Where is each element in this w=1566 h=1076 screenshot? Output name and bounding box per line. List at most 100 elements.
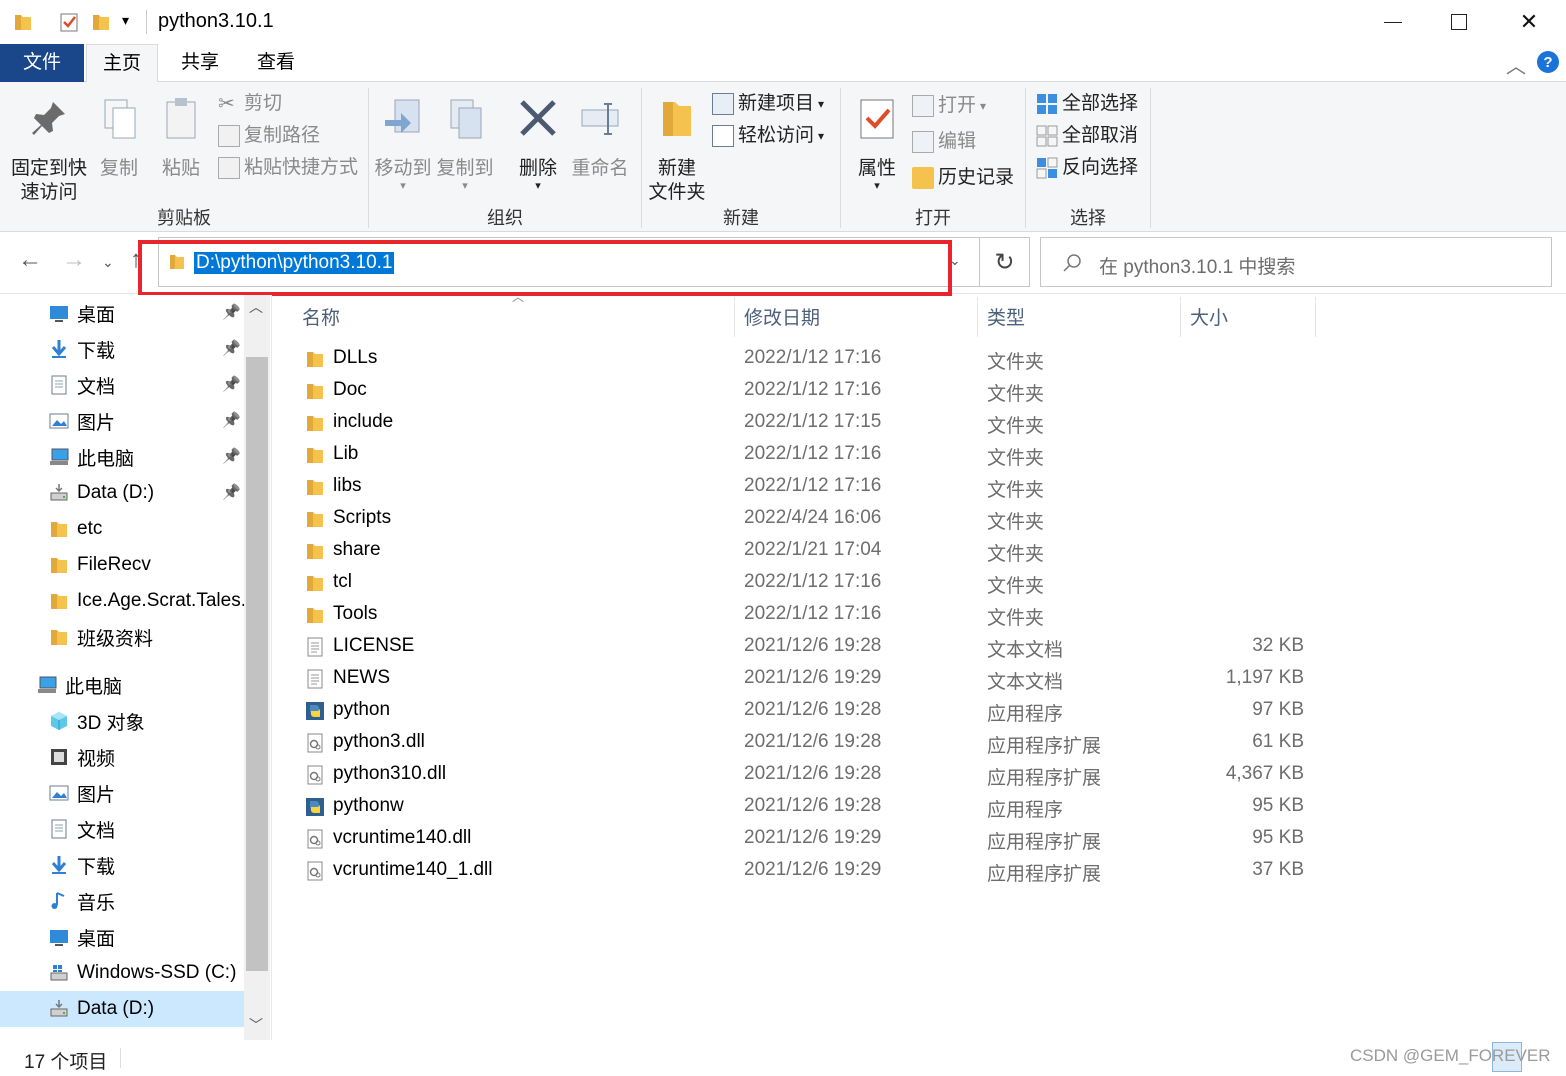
file-type: 应用程序扩展 <box>987 832 1102 853</box>
paste-shortcut-button[interactable]: 粘贴快捷方式 <box>218 154 358 182</box>
nav-item-label: 3D 对象 <box>77 712 145 734</box>
nav-item[interactable]: 下载 <box>0 847 244 883</box>
tab-file[interactable]: 文件 <box>0 44 84 82</box>
nav-item[interactable]: 桌面 <box>0 295 244 331</box>
new-group-label: 新建 <box>723 208 759 228</box>
minimize-icon <box>1384 21 1402 23</box>
nav-scrollbar[interactable]: ︿ ﹀ <box>244 295 270 1040</box>
move-to-button[interactable]: 移动到 ▾ <box>374 96 432 192</box>
file-row[interactable]: NEWS 2021/12/6 19:29 文本文档 1,197 KB <box>296 663 1316 695</box>
forward-button[interactable]: → <box>62 246 86 274</box>
properties-quick-icon[interactable] <box>58 11 80 33</box>
maximize-button[interactable] <box>1426 0 1492 44</box>
history-button[interactable]: 历史记录 <box>912 164 1014 192</box>
file-row[interactable]: DLLs 2022/1/12 17:16 文件夹 <box>296 343 1316 375</box>
collapse-ribbon-icon[interactable]: ︿ <box>1506 50 1526 79</box>
paste-button[interactable]: 粘贴 <box>156 96 206 181</box>
file-name: python <box>333 699 391 720</box>
computer-icon <box>50 448 69 465</box>
copy-to-button[interactable]: 复制到 ▾ <box>436 96 494 192</box>
nav-item[interactable]: 3D 对象 <box>0 703 244 739</box>
column-header-size[interactable]: 大小 <box>1190 303 1228 330</box>
column-separator[interactable] <box>1180 297 1181 337</box>
tab-view[interactable]: 查看 <box>242 44 310 82</box>
file-row[interactable]: Scripts 2022/4/24 16:06 文件夹 <box>296 503 1316 535</box>
column-separator[interactable] <box>977 297 978 337</box>
file-row[interactable]: libs 2022/1/12 17:16 文件夹 <box>296 471 1316 503</box>
nav-item[interactable]: 下载 <box>0 331 244 367</box>
minimize-button[interactable] <box>1360 0 1426 44</box>
file-row[interactable]: python310.dll 2021/12/6 19:28 应用程序扩展 4,367 … <box>296 759 1316 791</box>
tab-home[interactable]: 主页 <box>86 44 158 83</box>
scroll-up-icon[interactable]: ︿ <box>249 297 263 317</box>
file-row[interactable]: pythonw 2021/12/6 19:28 应用程序 95 KB <box>296 791 1316 823</box>
close-button[interactable]: ✕ <box>1496 0 1562 44</box>
file-row[interactable]: share 2022/1/21 17:04 文件夹 <box>296 535 1316 567</box>
file-row[interactable]: python 2021/12/6 19:28 应用程序 97 KB <box>296 695 1316 727</box>
select-all-button[interactable]: 全部选择 <box>1036 90 1138 118</box>
nav-item-label: 图片 <box>77 412 116 434</box>
nav-item[interactable]: Data (D:) <box>0 991 244 1027</box>
file-row[interactable]: include 2022/1/12 17:15 文件夹 <box>296 407 1316 439</box>
file-type: 文件夹 <box>987 384 1045 405</box>
select-none-button[interactable]: 全部取消 <box>1036 122 1138 150</box>
new-item-button[interactable]: 新建项目 ▾ <box>712 90 824 118</box>
easy-access-button[interactable]: 轻松访问 ▾ <box>712 122 824 150</box>
recent-locations-button[interactable]: ⌄ <box>102 254 114 271</box>
cut-button[interactable]: ✂ 剪切 <box>218 90 282 118</box>
tab-share[interactable]: 共享 <box>166 44 234 82</box>
file-row[interactable]: Tools 2022/1/12 17:16 文件夹 <box>296 599 1316 631</box>
nav-item[interactable]: Windows-SSD (C:) <box>0 955 244 991</box>
customize-quick-access-icon[interactable]: ▾ <box>122 12 129 29</box>
nav-item[interactable]: 文档 <box>0 367 244 403</box>
nav-item-label: 桌面 <box>77 304 116 326</box>
column-separator[interactable] <box>1315 297 1316 337</box>
delete-button[interactable]: 删除 ▾ <box>512 96 564 192</box>
copy-button[interactable]: 复制 <box>94 96 144 181</box>
nav-item[interactable]: Data (D:) <box>0 475 244 511</box>
file-name: Doc <box>333 379 367 400</box>
nav-item[interactable]: 桌面 <box>0 919 244 955</box>
column-header-name[interactable]: 名称 <box>302 303 340 330</box>
file-row[interactable]: Doc 2022/1/12 17:16 文件夹 <box>296 375 1316 407</box>
nav-item[interactable]: 文档 <box>0 811 244 847</box>
new-folder-button[interactable]: 新建 文件夹 <box>646 96 708 205</box>
nav-item[interactable]: 图片 <box>0 775 244 811</box>
scrollbar-thumb[interactable] <box>246 357 268 971</box>
back-button[interactable]: ← <box>18 246 42 274</box>
help-icon[interactable]: ? <box>1536 50 1560 74</box>
new-folder-quick-icon[interactable] <box>90 11 112 33</box>
nav-item[interactable]: etc <box>0 511 244 547</box>
paste-shortcut-icon <box>218 157 240 179</box>
column-header-type[interactable]: 类型 <box>987 303 1025 330</box>
open-button[interactable]: 打开 ▾ <box>912 92 986 120</box>
edit-button[interactable]: 编辑 <box>912 128 976 156</box>
search-placeholder: 在 python3.10.1 中搜索 <box>1099 257 1296 278</box>
nav-item[interactable]: FileRecv <box>0 547 244 583</box>
nav-item[interactable]: 图片 <box>0 403 244 439</box>
pinned-icon: 📌 <box>222 484 241 501</box>
file-row[interactable]: python3.dll 2021/12/6 19:28 应用程序扩展 61 KB <box>296 727 1316 759</box>
nav-item[interactable]: 此电脑 <box>0 439 244 475</box>
file-row[interactable]: tcl 2022/1/12 17:16 文件夹 <box>296 567 1316 599</box>
rename-button[interactable]: 重命名 <box>570 96 630 181</box>
copy-path-button[interactable]: 复制路径 <box>218 122 320 150</box>
file-row[interactable]: LICENSE 2021/12/6 19:28 文本文档 32 KB <box>296 631 1316 663</box>
nav-item[interactable]: 此电脑 <box>0 667 244 703</box>
column-separator[interactable] <box>734 297 735 337</box>
file-name: libs <box>333 475 362 496</box>
properties-button[interactable]: 属性 ▾ <box>852 96 902 192</box>
nav-item[interactable]: 视频 <box>0 739 244 775</box>
file-row[interactable]: Lib 2022/1/12 17:16 文件夹 <box>296 439 1316 471</box>
invert-selection-button[interactable]: 反向选择 <box>1036 154 1138 182</box>
file-row[interactable]: vcruntime140_1.dll 2021/12/6 19:29 应用程序扩展 3… <box>296 855 1316 887</box>
file-row[interactable]: vcruntime140.dll 2021/12/6 19:29 应用程序扩展 95 … <box>296 823 1316 855</box>
nav-item[interactable]: Ice.Age.Scrat.Tales.S <box>0 583 244 619</box>
nav-item[interactable]: 音乐 <box>0 883 244 919</box>
column-header-date[interactable]: 修改日期 <box>744 303 820 330</box>
scroll-down-icon[interactable]: ﹀ <box>249 1015 263 1035</box>
nav-item[interactable]: 班级资料 <box>0 619 244 655</box>
pin-quick-access-button[interactable]: 固定到快 速访问 <box>6 96 92 205</box>
search-box[interactable]: 在 python3.10.1 中搜索 <box>1040 237 1552 287</box>
refresh-button[interactable]: ↻ <box>980 237 1030 287</box>
